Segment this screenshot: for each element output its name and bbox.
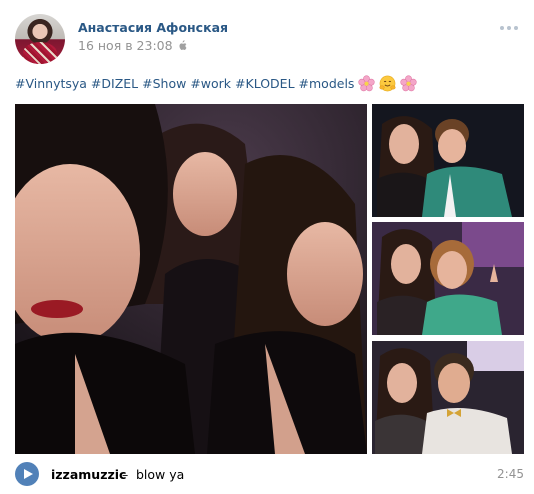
wall-post: Анастасия Афонская 16 ноя в 23:08 #Vinny…	[0, 0, 534, 494]
photo-side-3[interactable]	[372, 341, 524, 454]
play-icon[interactable]	[15, 462, 39, 486]
post-date[interactable]: 16 ноя в 23:08	[78, 38, 173, 53]
photo-woman-with-woman-image	[372, 222, 524, 335]
hashtag-vinnytsya[interactable]: #Vinnytsya	[15, 76, 87, 91]
cherry-blossom-icon	[358, 75, 376, 92]
photo-side-2[interactable]	[372, 222, 524, 335]
cherry-blossom-icon	[400, 75, 418, 92]
author-name[interactable]: Анастасия Афонская	[78, 20, 228, 35]
audio-duration: 2:45	[497, 467, 524, 481]
hashtag-dizel[interactable]: #DIZEL	[91, 76, 138, 91]
audio-attachment: izzamuzzic – blow ya 2:45	[15, 462, 524, 488]
photo-side-1[interactable]	[372, 104, 524, 217]
hugging-face-icon	[379, 75, 396, 92]
photo-woman-with-man-image	[372, 104, 524, 217]
post-text: #Vinnytsya #DIZEL #Show #work #KLODEL #m…	[15, 75, 418, 92]
hashtag-klodel[interactable]: #KLODEL	[235, 76, 295, 91]
audio-title[interactable]: blow ya	[136, 467, 184, 482]
selfie-three-women-image	[15, 104, 367, 454]
photo-woman-with-man-bowtie-image	[372, 341, 524, 454]
audio-separator: –	[122, 467, 129, 482]
photo-grid	[15, 104, 524, 454]
hashtag-models[interactable]: #models	[299, 76, 355, 91]
photo-main[interactable]	[15, 104, 367, 454]
more-icon[interactable]	[500, 26, 520, 32]
post-header: Анастасия Афонская 16 ноя в 23:08	[15, 14, 520, 66]
post-meta: 16 ноя в 23:08	[78, 38, 187, 53]
author-avatar[interactable]	[15, 14, 65, 64]
hashtag-show[interactable]: #Show	[142, 76, 186, 91]
apple-icon	[179, 40, 187, 50]
audio-artist[interactable]: izzamuzzic	[51, 467, 126, 482]
hashtag-work[interactable]: #work	[190, 76, 231, 91]
